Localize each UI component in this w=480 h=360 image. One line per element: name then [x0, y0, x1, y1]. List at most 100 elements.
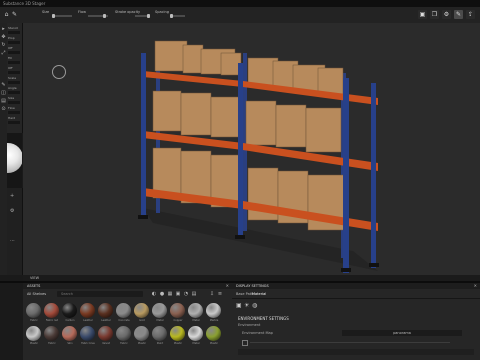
environment-map-field[interactable]: panorama — [342, 330, 462, 336]
material-swatch[interactable] — [152, 303, 167, 318]
share-icon[interactable]: ⇪ — [466, 10, 475, 19]
environment-label: Environment — [238, 323, 261, 327]
scale-tool-icon[interactable]: ⤢ — [1, 51, 6, 56]
display-header: DISPLAY SETTINGS ✕ — [232, 283, 480, 289]
material-swatch[interactable] — [62, 303, 77, 318]
param-field[interactable] — [8, 61, 20, 64]
tab-base-path[interactable]: Base Path — [236, 292, 253, 296]
import-icon[interactable]: ⇩ — [209, 291, 215, 297]
viewport-label: VIEW — [30, 276, 40, 280]
stroke-opacity-slider[interactable] — [135, 14, 150, 18]
brush-icon[interactable]: ✎ — [11, 11, 18, 18]
environment-options-bar[interactable] — [238, 349, 474, 355]
material-swatch[interactable] — [206, 303, 221, 318]
options-icon[interactable]: ⋯ — [10, 238, 15, 244]
material-swatch[interactable] — [170, 303, 185, 318]
material-swatch-label: Fabric — [48, 342, 56, 345]
param-field[interactable] — [8, 71, 20, 74]
param-field[interactable] — [8, 101, 20, 104]
material-swatch[interactable] — [134, 326, 149, 341]
camera-icon[interactable]: ▣ — [236, 302, 242, 309]
layers-icon[interactable]: ❐ — [430, 10, 439, 19]
render-icon[interactable]: ◍ — [252, 302, 257, 309]
material-swatch[interactable] — [44, 303, 59, 318]
material-swatch[interactable] — [80, 326, 95, 341]
rotate-tool-icon[interactable]: ↻ — [1, 43, 6, 48]
spacing-label: Spacing — [155, 10, 169, 14]
material-swatch-label: Skin — [67, 342, 73, 345]
material-swatch[interactable] — [188, 303, 203, 318]
param-label: Stencil — [8, 26, 19, 30]
camera-icon[interactable]: ▣ — [418, 10, 427, 19]
param-label: Scale — [8, 76, 17, 80]
move-tool-icon[interactable]: ✥ — [1, 35, 6, 40]
material-swatch[interactable] — [116, 326, 131, 341]
param-field[interactable] — [8, 111, 20, 114]
stroke-opacity-label: Stroke opacity — [115, 10, 141, 14]
size-slider[interactable] — [52, 14, 72, 18]
image-filter-icon[interactable]: ▣ — [175, 291, 181, 297]
assets-title: ASSETS — [27, 284, 41, 288]
material-swatch[interactable] — [80, 303, 95, 318]
material-swatch[interactable] — [116, 303, 131, 318]
sphere-filter-icon[interactable]: ● — [159, 291, 165, 297]
home-icon[interactable]: ⌂ — [3, 11, 10, 18]
material-filter-icon[interactable]: ◐ — [151, 291, 157, 297]
paint-icon[interactable]: ✎ — [454, 10, 463, 19]
material-swatch[interactable] — [170, 326, 185, 341]
light-icon[interactable]: ☀ — [244, 302, 249, 309]
material-swatch[interactable] — [188, 326, 203, 341]
material-swatch[interactable] — [62, 326, 77, 341]
material-swatch-label: Velvet — [102, 342, 110, 345]
material-swatch-label: Plastic — [209, 342, 219, 345]
list-view-icon[interactable]: ≡ — [217, 291, 223, 297]
grid-filter-icon[interactable]: ▦ — [167, 291, 173, 297]
assets-filter-dropdown[interactable]: All Shelves — [27, 291, 53, 297]
material-swatch-label: Carbon — [65, 319, 75, 322]
material-swatch-label: Leather — [83, 319, 93, 322]
light-filter-icon[interactable]: ◔ — [183, 291, 189, 297]
folder-filter-icon[interactable]: ▤ — [191, 291, 197, 297]
gizmo-compass-icon[interactable] — [52, 65, 66, 79]
material-swatch[interactable] — [152, 326, 167, 341]
material-swatch[interactable] — [98, 326, 113, 341]
environment-slider[interactable] — [250, 342, 450, 343]
material-swatch-label: Leather — [101, 319, 111, 322]
close-icon[interactable]: ✕ — [226, 283, 229, 288]
flow-label: Flow — [78, 10, 86, 14]
plus-icon[interactable]: + — [10, 193, 14, 199]
material-swatch-label: Fabric — [30, 319, 38, 322]
material-swatch-label: Metal — [192, 342, 200, 345]
fill-tool-icon[interactable]: ▤ — [1, 99, 6, 104]
spacing-slider[interactable] — [170, 14, 185, 18]
picker-tool-icon[interactable]: ⊙ — [1, 107, 6, 112]
param-field[interactable] — [8, 51, 20, 54]
param-field[interactable] — [8, 31, 20, 34]
window-title: Substance 3D Stager — [3, 1, 46, 6]
material-swatch[interactable] — [26, 303, 41, 318]
settings-icon[interactable]: ⚙ — [10, 208, 14, 214]
material-swatch[interactable] — [206, 326, 221, 341]
flow-slider[interactable] — [88, 14, 108, 18]
material-swatch-label: Copper — [173, 319, 183, 322]
material-swatch[interactable] — [98, 303, 113, 318]
material-swatch[interactable] — [26, 326, 41, 341]
close-icon[interactable]: ✕ — [474, 283, 477, 288]
material-swatch[interactable] — [134, 303, 149, 318]
paint-tool-icon[interactable]: ✎ — [1, 83, 6, 88]
settings-icon[interactable]: ⚙ — [442, 10, 451, 19]
material-swatch-label: Marble — [209, 319, 219, 322]
param-label: Size — [8, 96, 15, 100]
param-field[interactable] — [8, 41, 20, 44]
param-field[interactable] — [8, 121, 20, 124]
3d-viewport[interactable] — [23, 23, 480, 275]
eraser-tool-icon[interactable]: ◫ — [1, 91, 6, 96]
assets-search-input[interactable]: Search — [57, 291, 143, 297]
param-field[interactable] — [8, 91, 20, 94]
material-swatch[interactable] — [44, 326, 59, 341]
tab-material[interactable]: Material — [252, 292, 266, 296]
assets-header: ASSETS ✕ — [23, 283, 232, 289]
environment-checkbox[interactable] — [242, 340, 248, 346]
select-tool-icon[interactable]: ▸ — [1, 27, 6, 32]
param-field[interactable] — [8, 81, 20, 84]
